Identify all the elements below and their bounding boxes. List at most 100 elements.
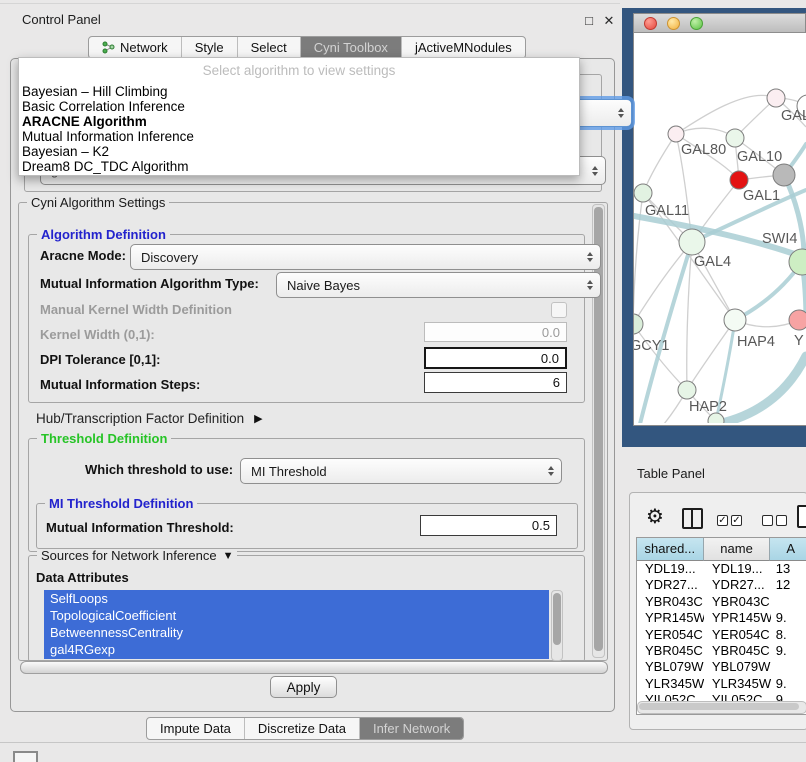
table-horizontal-scrollbar[interactable] (637, 701, 806, 714)
dpi-tolerance-label: DPI Tolerance [0,1]: (40, 352, 160, 367)
table-row[interactable]: YDR27...YDR27...12 (637, 577, 806, 593)
document-icon[interactable] (797, 505, 806, 528)
tab-label: Select (251, 40, 287, 55)
table-row[interactable]: YBR043CYBR043C (637, 594, 806, 610)
hub-definition-toggle[interactable]: Hub/Transcription Factor Definition ▶ (36, 411, 263, 426)
checked-checkbox-icon[interactable]: ✓ (731, 515, 742, 526)
attributes-vscroll-thumb[interactable] (553, 593, 561, 645)
unchecked-checkbox-icon[interactable] (762, 515, 773, 526)
bottom-tab-impute-data[interactable]: Impute Data (147, 718, 244, 739)
split-columns-icon[interactable] (682, 508, 703, 529)
network-nodes-layer: GALGAL80GAL10GAL1GAL11GAL4SWI4GCY1HAP4YH… (634, 89, 806, 423)
data-attributes-list[interactable]: SelfLoopsTopologicalCoefficientBetweenne… (44, 590, 549, 659)
table-row[interactable]: YER054CYER054C8. (637, 627, 806, 643)
manual-kernel-label: Manual Kernel Width Definition (40, 302, 232, 317)
sources-title[interactable]: Sources for Network Inference ▼ (37, 548, 237, 563)
table-cell: 9. (771, 643, 806, 659)
network-node-label: HAP4 (737, 334, 775, 350)
algorithm-option[interactable]: Dream8 DC_TDC Algorithm (19, 159, 579, 174)
tab-style[interactable]: Style (181, 37, 237, 58)
bottom-tab-bar: Impute DataDiscretize DataInfer Network (146, 717, 464, 740)
table-cell: YLR345W (637, 676, 704, 692)
tab-jactivemnodules[interactable]: jActiveMNodules (401, 37, 525, 58)
network-node-label: GCY1 (634, 338, 670, 354)
dpi-tolerance-input[interactable] (424, 347, 567, 369)
attribute-item[interactable]: SelfLoops (44, 590, 549, 607)
gear-icon[interactable]: ⚙ (646, 504, 664, 529)
unchecked-checkbox-icon[interactable] (776, 515, 787, 526)
which-threshold-combo[interactable]: MI Threshold (240, 458, 562, 484)
float-panel-icon[interactable]: □ (581, 13, 597, 29)
zoom-window-icon[interactable] (690, 17, 703, 30)
kernel-width-input[interactable] (424, 322, 567, 342)
network-node[interactable] (678, 381, 696, 399)
table-cell: YBR045C (637, 643, 704, 659)
table-cell: YER054C (637, 627, 704, 643)
algorithm-options: Bayesian – Hill ClimbingBasic Correlatio… (19, 84, 579, 174)
column-header[interactable]: A (770, 538, 806, 561)
network-node[interactable] (668, 126, 684, 142)
combo-arrows-icon (548, 466, 554, 476)
network-node[interactable] (634, 184, 652, 202)
table-hscroll-thumb[interactable] (639, 703, 799, 710)
combo-arrows-icon (587, 252, 593, 262)
mi-type-label: Mutual Information Algorithm Type: (40, 276, 259, 291)
attribute-item[interactable]: TopologicalCoefficient (44, 607, 549, 624)
minimize-window-icon[interactable] (667, 17, 680, 30)
close-panel-icon[interactable]: ✕ (601, 13, 617, 29)
network-node[interactable] (634, 314, 643, 334)
bottom-tab-discretize-data[interactable]: Discretize Data (244, 718, 359, 739)
network-node[interactable] (679, 229, 705, 255)
network-node[interactable] (730, 171, 748, 189)
algorithm-option[interactable]: Basic Correlation Inference (19, 99, 579, 114)
attributes-vertical-scrollbar[interactable] (551, 590, 563, 661)
mi-type-value: Naive Bayes (287, 278, 578, 293)
table-row[interactable]: YDL19...YDL19...13 (637, 561, 806, 577)
network-node[interactable] (767, 89, 785, 107)
mi-type-combo[interactable]: Naive Bayes (276, 272, 601, 298)
attribute-item[interactable]: gal4RGexp (44, 641, 549, 658)
algorithm-option[interactable]: Bayesian – K2 (19, 144, 579, 159)
column-header[interactable]: name (704, 538, 771, 561)
algorithm-option[interactable]: ARACNE Algorithm (19, 114, 579, 129)
aracne-mode-combo[interactable]: Discovery (130, 244, 601, 270)
collapse-right-icon: ▶ (254, 412, 262, 425)
tab-label: Cyni Toolbox (314, 40, 388, 55)
column-header[interactable]: shared... (637, 538, 704, 561)
network-canvas[interactable]: GALGAL80GAL10GAL1GAL11GAL4SWI4GCY1HAP4YH… (634, 33, 806, 423)
attribute-item[interactable]: BetweennessCentrality (44, 624, 549, 641)
network-window-titlebar[interactable] (633, 13, 806, 33)
table-header-row: shared...nameA (637, 538, 806, 561)
window-top-divider (0, 3, 620, 4)
algorithm-option[interactable]: Bayesian – Hill Climbing (19, 84, 579, 99)
table-row[interactable]: YLR345WYLR345W9. (637, 676, 806, 692)
network-node[interactable] (773, 164, 795, 186)
table-cell: 13 (771, 561, 806, 577)
tab-cyni-toolbox[interactable]: Cyni Toolbox (300, 37, 401, 58)
table-row[interactable]: YBL079WYBL079W (637, 659, 806, 675)
settings-group-title: Cyni Algorithm Settings (27, 195, 169, 210)
tab-label: Network (120, 40, 168, 55)
manual-kernel-checkbox[interactable] (551, 302, 567, 318)
network-node[interactable] (724, 309, 746, 331)
table-row[interactable]: YBR045CYBR045C9. (637, 643, 806, 659)
table-cell: YDR27... (637, 577, 704, 593)
mi-threshold-input[interactable] (420, 515, 557, 536)
algorithm-option[interactable]: Mutual Information Inference (19, 129, 579, 144)
restore-panel-icon[interactable] (13, 751, 38, 762)
checked-checkbox-icon[interactable]: ✓ (717, 515, 728, 526)
mi-threshold-group-title: MI Threshold Definition (45, 496, 197, 511)
kernel-width-label: Kernel Width (0,1): (40, 327, 155, 342)
apply-button[interactable]: Apply (270, 676, 337, 698)
close-window-icon[interactable] (644, 17, 657, 30)
tab-network[interactable]: Network (89, 37, 181, 58)
network-node[interactable] (726, 129, 744, 147)
mi-steps-input[interactable] (424, 372, 567, 393)
network-node[interactable] (789, 310, 806, 330)
settings-horizontal-scrollbar[interactable] (20, 661, 608, 674)
table-row[interactable]: YPR145WYPR145W9. (637, 610, 806, 626)
tab-select[interactable]: Select (237, 37, 300, 58)
which-threshold-value: MI Threshold (251, 464, 539, 479)
table-cell (771, 594, 806, 610)
bottom-tab-infer-network[interactable]: Infer Network (359, 718, 463, 739)
